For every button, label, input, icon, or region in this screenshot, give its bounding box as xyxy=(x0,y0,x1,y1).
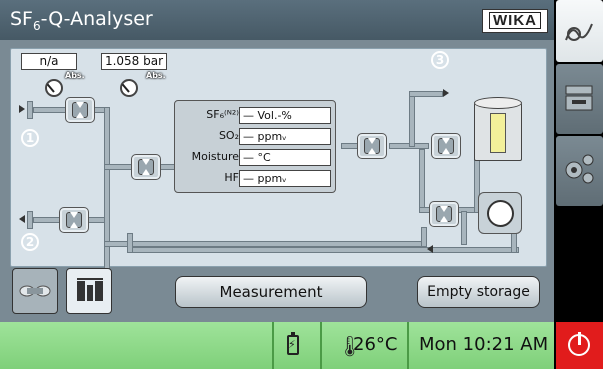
valve-icon xyxy=(436,206,452,222)
sensor-outlet-valve[interactable] xyxy=(357,133,387,159)
sensor-label: HF xyxy=(224,171,239,184)
sensor-value: — °C xyxy=(239,149,331,166)
analyser-screen: SF6-Q-Analyser WIKA n/a 1.058 bar Abs. A… xyxy=(0,0,603,369)
pressure-gauge-right-icon xyxy=(120,79,138,97)
pipe xyxy=(419,149,425,211)
pipe xyxy=(421,227,427,247)
valve-icon xyxy=(66,212,82,228)
return-arrow-icon xyxy=(427,245,433,253)
port-1-marker: 1 xyxy=(21,129,39,147)
port-3-arrow-icon xyxy=(443,89,449,97)
app-title: SF6-Q-Analyser xyxy=(10,8,153,33)
tank-level-indicator xyxy=(490,113,506,153)
port-3-marker: 3 xyxy=(431,51,449,69)
pipe xyxy=(104,107,110,289)
tray-icon xyxy=(565,85,593,111)
title-bar: SF6-Q-Analyser WIKA xyxy=(0,0,554,40)
measurement-button[interactable]: Measurement xyxy=(175,276,367,308)
sensor-row-hf: HF — ppmᵥ xyxy=(175,170,337,187)
storage-tank xyxy=(474,97,522,165)
status-divider xyxy=(272,322,274,369)
outlet-arrow-icon xyxy=(19,215,25,223)
sensor-row-sf6: SF₆⁽ᴺ²⁾ — Vol.-% xyxy=(175,107,337,124)
sensor-value: — Vol.-% xyxy=(239,107,331,124)
power-button[interactable] xyxy=(556,322,603,369)
empty-storage-button[interactable]: Empty storage xyxy=(417,276,540,308)
title-main: SF xyxy=(10,8,33,30)
pipe xyxy=(409,91,415,147)
vacuum-pump[interactable] xyxy=(478,192,522,234)
sensor-value: — ppmᵥ xyxy=(239,128,331,145)
nav-settings-tab[interactable] xyxy=(556,136,603,206)
tank-top xyxy=(474,97,522,109)
nav-storage-tab[interactable] xyxy=(556,64,603,134)
valve-icon xyxy=(72,102,88,118)
sensor-row-so2: SO₂ — ppmᵥ xyxy=(175,128,337,145)
storage-valve[interactable] xyxy=(431,133,461,159)
nav-measurement-tab[interactable] xyxy=(556,0,603,62)
main-area: n/a 1.058 bar Abs. Abs. 1 2 3 SF₆⁽ᴺ²⁾ — … xyxy=(0,40,554,322)
process-map-icon xyxy=(77,278,103,301)
port-2-marker: 2 xyxy=(21,233,39,251)
pump-icon xyxy=(487,200,514,227)
gears-icon xyxy=(565,154,594,184)
sensor-value: — ppmᵥ xyxy=(239,170,331,187)
valve-icon xyxy=(138,159,154,175)
mode-button-cylinder[interactable] xyxy=(12,268,58,314)
pressure-readout-right: 1.058 bar xyxy=(101,53,167,70)
pressure-gauge-left-icon xyxy=(45,79,63,97)
clock: Mon 10:21 AM xyxy=(419,334,549,355)
valve-icon xyxy=(438,138,454,154)
wika-logo: WIKA xyxy=(482,9,548,33)
pressure-readout-left: n/a xyxy=(21,53,77,70)
outlet-stub xyxy=(27,211,33,229)
temperature-value: 26°C xyxy=(353,334,398,355)
status-divider xyxy=(320,322,322,369)
battery-charging-icon xyxy=(287,332,299,355)
pipe xyxy=(461,211,467,245)
mode-button-process[interactable] xyxy=(66,268,112,314)
cylinders-icon xyxy=(19,285,51,297)
sensor-label: SF₆⁽ᴺ²⁾ xyxy=(206,108,239,121)
pipe xyxy=(127,233,133,253)
inlet-valve[interactable] xyxy=(65,97,95,123)
pipe xyxy=(409,91,443,97)
flask-wave-icon xyxy=(565,23,593,41)
outlet-valve[interactable] xyxy=(59,207,89,233)
abs-label-right: Abs. xyxy=(146,71,166,80)
sensor-inlet-valve[interactable] xyxy=(131,154,161,180)
inlet-arrow-icon xyxy=(19,105,25,113)
sensor-row-moisture: Moisture — °C xyxy=(175,149,337,166)
abs-label-left: Abs. xyxy=(65,71,85,80)
sensor-label: Moisture xyxy=(191,150,239,163)
valve-icon xyxy=(364,138,380,154)
status-bar: 🌡 26°C Mon 10:21 AM xyxy=(0,322,554,369)
sensor-label: SO₂ xyxy=(218,129,239,142)
logo-text: WIKA xyxy=(489,12,541,29)
title-subscript: 6 xyxy=(33,18,41,33)
sensor-block: SF₆⁽ᴺ²⁾ — Vol.-% SO₂ — ppmᵥ Moisture — °… xyxy=(174,100,336,193)
power-icon-bar xyxy=(578,332,581,345)
pipe xyxy=(127,247,519,253)
status-divider xyxy=(407,322,409,369)
title-rest: -Q-Analyser xyxy=(40,8,153,30)
inlet-stub xyxy=(27,101,33,119)
pump-valve[interactable] xyxy=(429,201,459,227)
